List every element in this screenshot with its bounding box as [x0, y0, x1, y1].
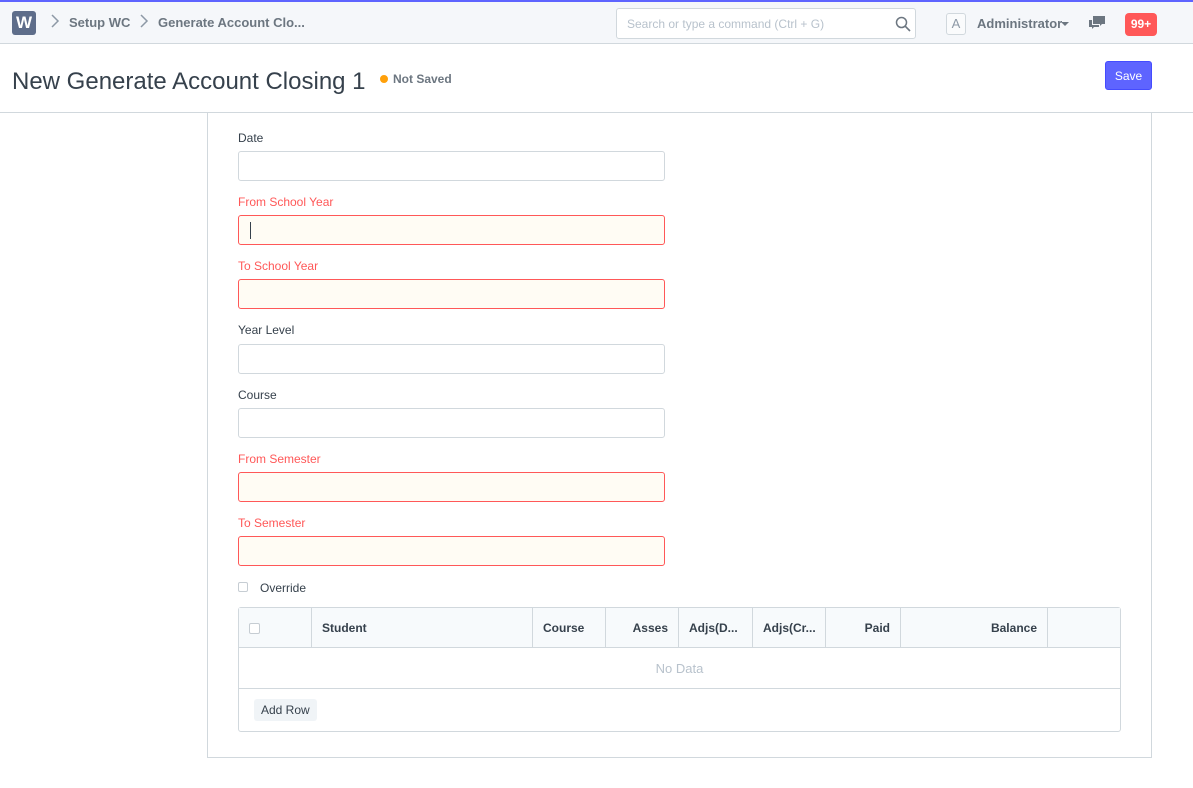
override-checkbox[interactable] — [238, 582, 248, 592]
from-school-year-input[interactable] — [239, 216, 664, 244]
page-head: New Generate Account Closing 1 Not Saved… — [0, 44, 1193, 113]
select-all-cell — [239, 608, 312, 648]
column-header-adjs-debit: Adjs(D... — [679, 608, 753, 648]
column-header-student: Student — [312, 608, 533, 648]
search-input[interactable] — [617, 9, 877, 38]
app-logo[interactable]: W — [12, 11, 36, 35]
chevron-right-icon — [51, 14, 60, 28]
year-level-field[interactable] — [238, 344, 665, 374]
field-label-to-semester: To Semester — [238, 516, 306, 530]
search-box — [616, 8, 916, 39]
text-cursor — [250, 222, 251, 239]
column-header-adjs-credit: Adjs(Cr... — [753, 608, 826, 648]
select-all-checkbox[interactable] — [249, 623, 260, 634]
row-actions-column — [1048, 608, 1120, 648]
status-badge: Not Saved — [393, 72, 452, 86]
closing-table: Student Course Asses Adjs(D... Adjs(Cr..… — [238, 607, 1121, 732]
from-semester-field[interactable] — [238, 472, 665, 502]
from-semester-input[interactable] — [239, 473, 664, 501]
user-menu[interactable]: Administrator — [977, 16, 1062, 31]
field-label-course: Course — [238, 388, 277, 402]
column-header-paid: Paid — [826, 608, 901, 648]
breadcrumb-setup-wc[interactable]: Setup WC — [69, 15, 130, 30]
field-label-year-level: Year Level — [238, 323, 295, 337]
to-semester-input[interactable] — [239, 537, 664, 565]
field-label-from-school-year: From School Year — [238, 195, 334, 209]
breadcrumb-generate-account-closing[interactable]: Generate Account Clo... — [158, 15, 305, 30]
column-header-asses: Asses — [606, 608, 679, 648]
field-label-date: Date — [238, 131, 264, 145]
column-header-balance: Balance — [901, 608, 1048, 648]
field-label-to-school-year: To School Year — [238, 259, 319, 273]
to-school-year-field[interactable] — [238, 279, 665, 309]
notifications-badge[interactable]: 99+ — [1125, 13, 1157, 36]
status-indicator-icon — [380, 75, 388, 83]
course-field[interactable] — [238, 408, 665, 438]
navbar: W Setup WC Generate Account Clo... A Adm… — [0, 0, 1193, 44]
date-field[interactable] — [238, 151, 665, 181]
table-header: Student Course Asses Adjs(D... Adjs(Cr..… — [239, 608, 1120, 648]
to-school-year-input[interactable] — [239, 280, 664, 308]
year-level-input[interactable] — [239, 345, 664, 373]
save-button[interactable]: Save — [1105, 61, 1152, 90]
chat-icon[interactable] — [1088, 15, 1106, 31]
field-label-from-semester: From Semester — [238, 452, 321, 466]
caret-down-icon[interactable] — [1061, 22, 1069, 26]
override-label: Override — [260, 581, 307, 595]
course-input[interactable] — [239, 409, 664, 437]
empty-state: No Data — [239, 648, 1120, 689]
from-school-year-field[interactable] — [238, 215, 665, 245]
avatar[interactable]: A — [946, 13, 966, 35]
add-row-button[interactable]: Add Row — [254, 699, 317, 721]
to-semester-field[interactable] — [238, 536, 665, 566]
column-header-course: Course — [533, 608, 606, 648]
search-icon[interactable] — [895, 16, 911, 32]
chevron-right-icon — [140, 14, 149, 28]
date-input[interactable] — [239, 152, 664, 180]
page-title: New Generate Account Closing 1 — [12, 68, 366, 95]
